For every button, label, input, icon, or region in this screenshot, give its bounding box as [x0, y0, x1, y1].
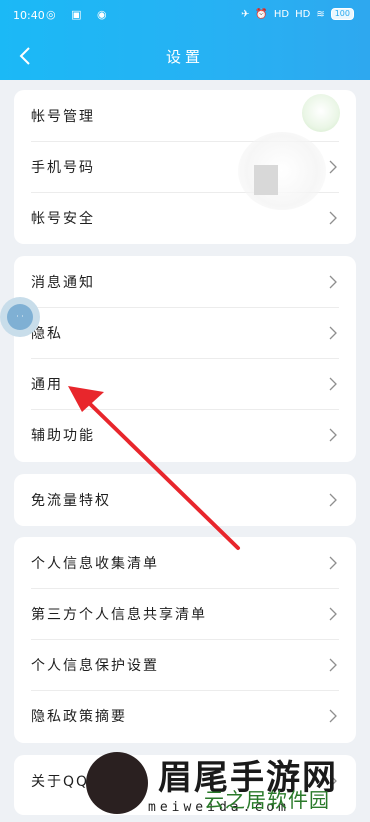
- row-free-data[interactable]: 免流量特权: [14, 474, 356, 526]
- row-info-collection[interactable]: 个人信息收集清单: [14, 537, 356, 589]
- chevron-right-icon: [329, 709, 337, 723]
- row-label: 隐私政策摘要: [31, 709, 127, 725]
- chevron-right-icon: [329, 607, 337, 621]
- data-card: 免流量特权: [14, 474, 356, 526]
- row-label: 帐号管理: [31, 109, 95, 125]
- row-label: 个人信息收集清单: [31, 556, 159, 572]
- row-label: 第三方个人信息共享清单: [31, 607, 207, 623]
- row-label: 通用: [31, 377, 63, 393]
- signal-hd-1: HD: [273, 8, 290, 20]
- watermark-logo-icon: [86, 752, 148, 814]
- chevron-right-icon: [329, 211, 337, 225]
- status-time: 10:40: [13, 9, 45, 22]
- general-card: 消息通知 隐私 通用 辅助功能: [14, 256, 356, 462]
- vibrate-icon: ✈: [241, 8, 250, 20]
- chevron-right-icon: [329, 428, 337, 442]
- wifi-icon: ≋: [316, 8, 325, 20]
- chevron-right-icon: [329, 160, 337, 174]
- chevron-right-icon: [329, 658, 337, 672]
- signal-hd-2: HD: [295, 8, 311, 20]
- header-bar: 10:40 ◎ ▣ ◉ ✈ ⏰ HD HD ≋ 100 设置: [0, 0, 370, 80]
- redacted-block: [254, 165, 278, 195]
- alarm-icon: ⏰: [255, 8, 268, 20]
- chevron-right-icon: [329, 377, 337, 391]
- row-privacy-summary[interactable]: 隐私政策摘要: [14, 690, 356, 742]
- row-notifications[interactable]: 消息通知: [14, 256, 356, 308]
- notification-icons: ◎ ▣ ◉: [46, 8, 113, 21]
- status-right-group: ✈ ⏰ HD HD ≋ 100: [241, 8, 354, 20]
- row-third-party-sharing[interactable]: 第三方个人信息共享清单: [14, 588, 356, 640]
- float-ball-core: · ·: [7, 304, 33, 330]
- chevron-right-icon: [329, 275, 337, 289]
- blur-overlay: [238, 132, 326, 210]
- chevron-right-icon: [329, 556, 337, 570]
- page-title: 设置: [165, 48, 204, 66]
- row-label: 免流量特权: [31, 493, 111, 509]
- avatar[interactable]: [302, 94, 340, 132]
- battery-indicator: 100: [330, 8, 354, 20]
- chevron-right-icon: [329, 326, 337, 340]
- row-label: 帐号安全: [31, 211, 95, 227]
- row-label: 辅助功能: [31, 428, 95, 444]
- personal-info-card: 个人信息收集清单 第三方个人信息共享清单 个人信息保护设置 隐私政策摘要: [14, 537, 356, 743]
- row-label: 消息通知: [31, 275, 95, 291]
- row-privacy[interactable]: 隐私: [14, 307, 356, 359]
- floating-assist-ball-icon[interactable]: · ·: [0, 297, 40, 337]
- watermark-brand2: 云之居软件园: [204, 788, 330, 812]
- row-label: 个人信息保护设置: [31, 658, 159, 674]
- status-bar: 10:40 ◎ ▣ ◉ ✈ ⏰ HD HD ≋ 100: [0, 0, 370, 30]
- row-account-management[interactable]: 帐号管理: [14, 90, 356, 142]
- row-accessibility[interactable]: 辅助功能: [14, 409, 356, 461]
- row-general[interactable]: 通用: [14, 358, 356, 410]
- row-label: 手机号码: [31, 160, 95, 176]
- chevron-right-icon: [329, 493, 337, 507]
- row-info-protection[interactable]: 个人信息保护设置: [14, 639, 356, 691]
